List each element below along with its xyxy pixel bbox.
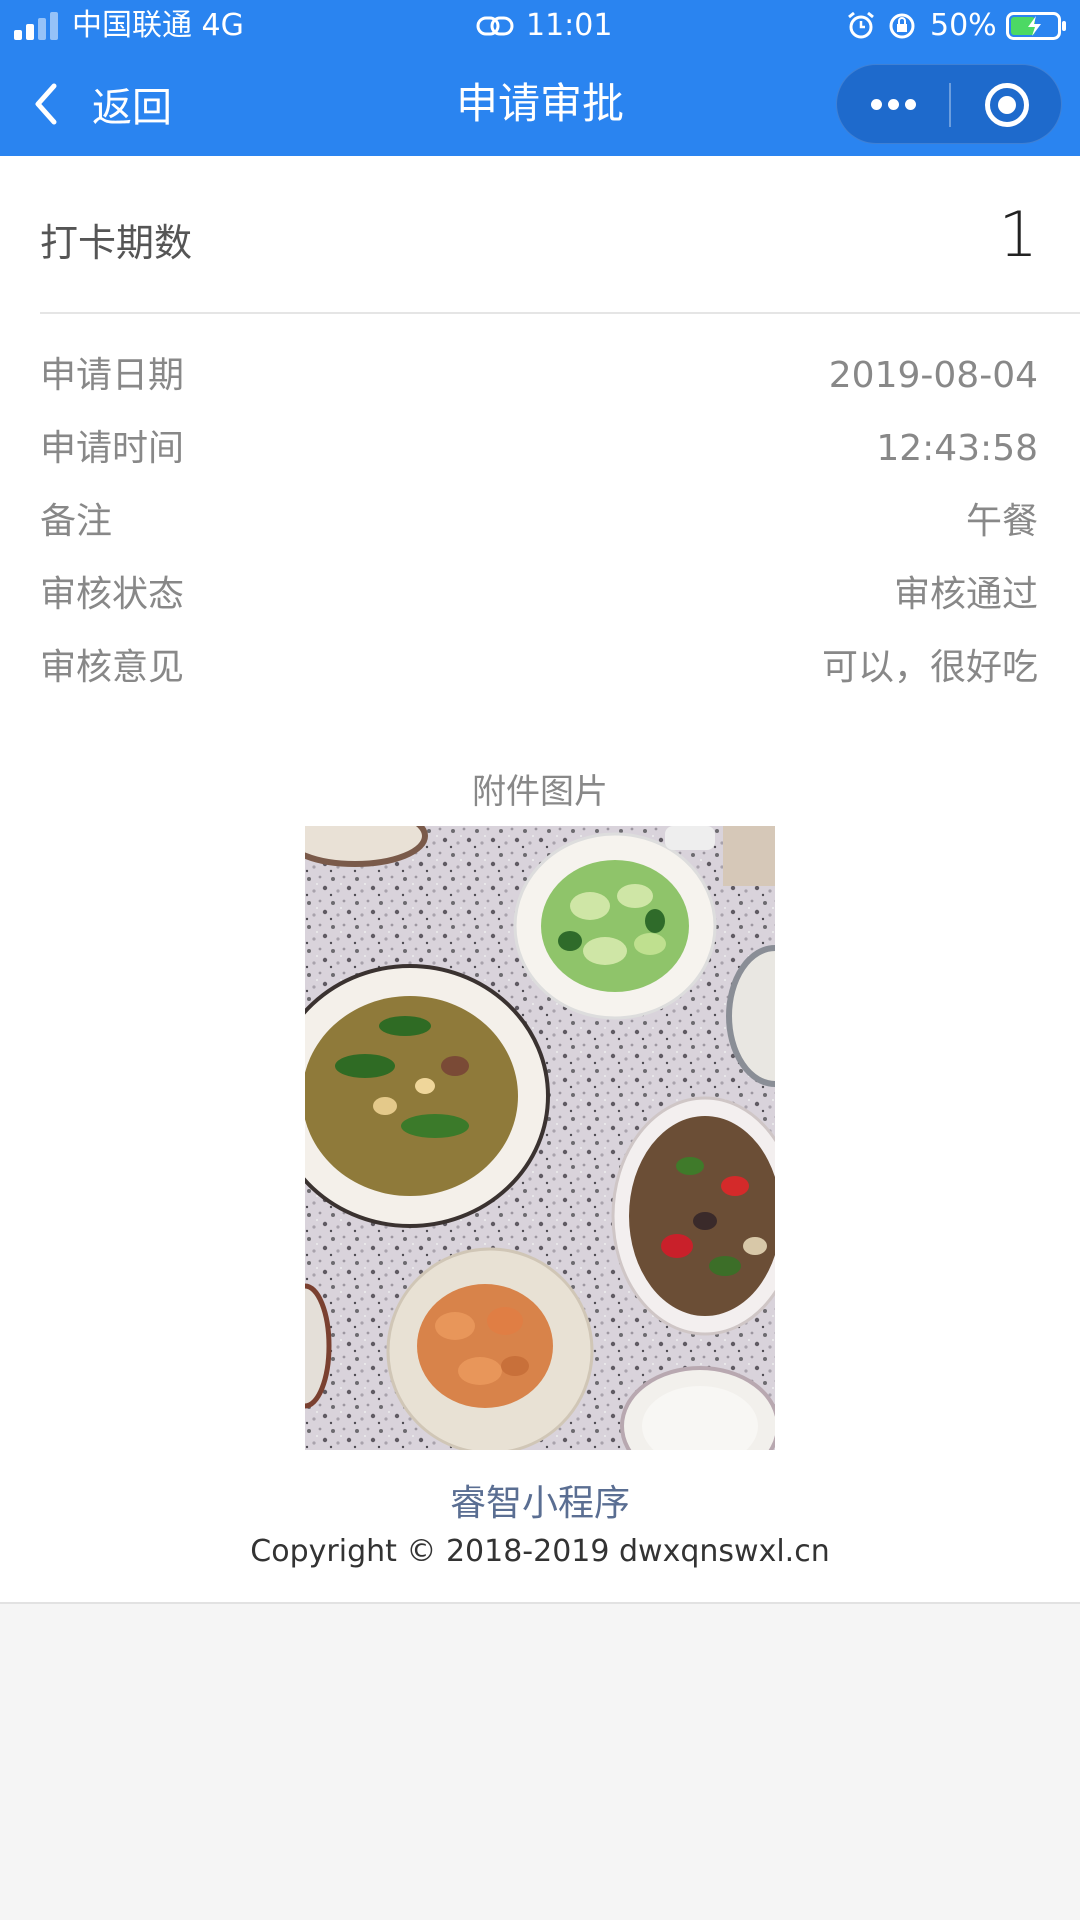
status-time: 11:01 bbox=[526, 8, 613, 43]
attachment-photo[interactable] bbox=[305, 826, 775, 1450]
status-bar: 中国联通 4G 11:01 50% bbox=[0, 0, 1080, 52]
footer-copyright: Copyright © 2018-2019 dwxqnswxl.cn bbox=[250, 1534, 830, 1569]
divider bbox=[40, 312, 1080, 314]
miniprogram-capsule bbox=[836, 64, 1062, 144]
close-miniprogram-button[interactable] bbox=[951, 65, 1063, 145]
detail-row-apply-date: 申请日期 2019-08-04 bbox=[40, 346, 1038, 406]
rotation-lock-icon bbox=[889, 13, 915, 39]
detail-row-remark: 备注 午餐 bbox=[40, 492, 1038, 552]
signal-icon bbox=[14, 12, 64, 40]
detail-value: 可以，很好吃 bbox=[821, 647, 1038, 688]
detail-label: 申请时间 bbox=[40, 428, 185, 469]
period-row: 打卡期数 1 bbox=[0, 156, 1080, 312]
link-icon bbox=[476, 16, 514, 36]
period-value: 1 bbox=[998, 198, 1038, 271]
more-button[interactable] bbox=[837, 65, 949, 145]
attachment-title: 附件图片 bbox=[472, 772, 608, 812]
detail-value: 午餐 bbox=[965, 501, 1038, 542]
detail-label: 申请日期 bbox=[40, 355, 185, 396]
detail-value: 审核通过 bbox=[893, 574, 1038, 615]
detail-row-apply-time: 申请时间 12:43:58 bbox=[40, 419, 1038, 479]
approval-detail: 打卡期数 1 申请日期 2019-08-04 申请时间 12:43:58 备注 … bbox=[0, 156, 1080, 1602]
detail-value: 2019-08-04 bbox=[828, 355, 1038, 396]
more-dots-icon bbox=[871, 99, 882, 110]
battery-percent: 50% bbox=[930, 8, 997, 43]
detail-label: 备注 bbox=[40, 501, 113, 542]
page-bottom-divider bbox=[0, 1602, 1080, 1604]
navigation-bar: 返回 申请审批 bbox=[0, 52, 1080, 156]
detail-row-review-comment: 审核意见 可以，很好吃 bbox=[40, 638, 1038, 698]
detail-label: 审核意见 bbox=[40, 647, 185, 688]
detail-label: 审核状态 bbox=[40, 574, 185, 615]
detail-row-review-status: 审核状态 审核通过 bbox=[40, 565, 1038, 625]
carrier-label: 中国联通 4G bbox=[72, 8, 244, 43]
alarm-icon bbox=[848, 11, 874, 39]
period-label: 打卡期数 bbox=[40, 221, 193, 265]
detail-value: 12:43:58 bbox=[876, 428, 1038, 469]
battery-icon bbox=[1006, 12, 1066, 40]
footer-brand-link[interactable]: 睿智小程序 bbox=[0, 1474, 1080, 1526]
